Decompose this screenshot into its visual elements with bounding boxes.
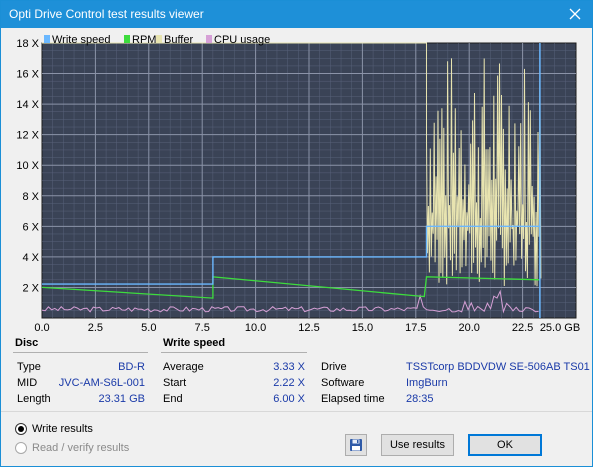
disc-mid-value: JVC-AM-S6L-001 (58, 377, 145, 389)
end-label: End (163, 393, 183, 405)
speed-chart: 2 X 4 X 6 X 8 X 10 X 12 X 14 X 16 X 18 X 0.0 2.5 5.… (16, 34, 580, 334)
y-tick-label: 6 X (22, 221, 39, 233)
x-tick-label: 2.5 (88, 322, 103, 334)
read-verify-radio[interactable] (15, 442, 27, 454)
drive-value: TSSTcorp BDDVDW SE-506AB TS01 (406, 361, 590, 373)
legend-label: CPU usage (214, 34, 270, 46)
read-verify-option[interactable]: Read / verify results (15, 442, 129, 454)
y-tick-label: 16 X (16, 69, 39, 81)
start-value: 2.22 X (273, 377, 305, 389)
y-tick-label: 2 X (22, 282, 39, 294)
title-bar: Opti Drive Control test results viewer (1, 1, 592, 28)
chart-area: 2 X 4 X 6 X 8 X 10 X 12 X 14 X 16 X 18 X 0.0 2.5 5.… (1, 29, 592, 336)
y-tick-label: 12 X (16, 130, 39, 142)
app-window: Opti Drive Control test results viewer 2… (0, 0, 593, 467)
disc-type-label: Type (17, 361, 41, 373)
average-value: 3.33 X (273, 361, 305, 373)
x-tick-label: 0.0 (34, 322, 49, 334)
disc-divider (13, 352, 148, 353)
end-value: 6.00 X (273, 393, 305, 405)
x-tick-label: 17.5 (405, 322, 426, 334)
legend-swatch (206, 35, 212, 43)
y-tick-label: 18 X (16, 38, 39, 50)
start-label: Start (163, 377, 187, 389)
y-tick-label: 14 X (16, 99, 39, 111)
write-results-radio[interactable] (15, 423, 27, 435)
legend-swatch (44, 35, 50, 43)
legend-swatch (156, 35, 162, 43)
bottom-panel: Write results Read / verify results Use … (1, 411, 592, 466)
y-tick-label: 10 X (16, 160, 39, 172)
read-verify-label: Read / verify results (32, 442, 130, 454)
x-tick-label: 15.0 (352, 322, 373, 334)
average-label: Average (163, 361, 204, 373)
legend-swatch (124, 35, 130, 43)
software-value: ImgBurn (406, 377, 448, 389)
x-tick-label: 22.5 (512, 322, 533, 334)
close-button[interactable] (564, 4, 586, 24)
use-results-button[interactable]: Use results (381, 434, 454, 456)
close-icon (569, 8, 581, 20)
window-title: Opti Drive Control test results viewer (9, 7, 204, 21)
disc-length-value: 23.31 GB (98, 393, 145, 405)
software-label: Software (321, 377, 365, 389)
x-tick-label: 10.0 (245, 322, 266, 334)
drive-label: Drive (321, 361, 347, 373)
write-speed-heading: Write speed (163, 337, 226, 349)
y-tick-label: 4 X (22, 252, 39, 264)
legend-label: Write speed (52, 34, 111, 46)
x-tick-label: 12.5 (298, 322, 319, 334)
elapsed-time-label: Elapsed time (321, 393, 385, 405)
disc-heading: Disc (15, 337, 39, 349)
disc-mid-label: MID (17, 377, 38, 389)
x-tick-label: 5.0 (141, 322, 156, 334)
x-tick-label: 7.5 (195, 322, 210, 334)
elapsed-time-value: 28:35 (406, 393, 434, 405)
disc-length-label: Length (17, 393, 51, 405)
ok-button[interactable]: OK (468, 434, 542, 456)
x-tick-label: 20.0 (458, 322, 479, 334)
write-results-option[interactable]: Write results (15, 423, 93, 435)
disc-type-value: BD-R (118, 361, 145, 373)
write-speed-divider (161, 352, 307, 353)
save-button[interactable] (345, 434, 367, 456)
write-results-label: Write results (32, 423, 93, 435)
x-tick-label: 25.0 GB (540, 322, 580, 334)
floppy-disk-icon (350, 439, 362, 451)
legend-label: Buffer (164, 34, 193, 46)
legend-label: RPM (132, 34, 156, 46)
y-tick-label: 8 X (22, 191, 39, 203)
